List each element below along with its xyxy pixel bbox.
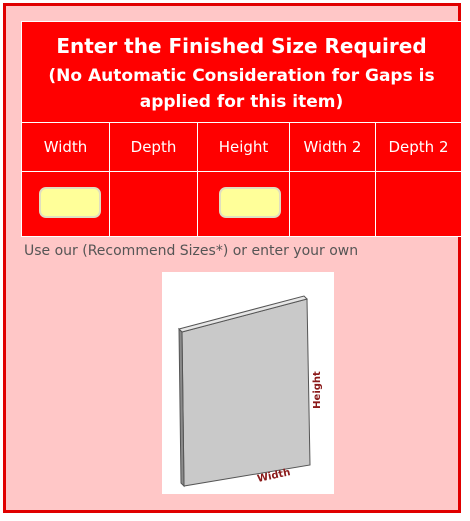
width-input[interactable] [39,187,101,218]
depth-input-cell [110,172,198,236]
panel-drawing: Width Height [178,295,323,488]
col-header-width-2: Width 2 [290,123,376,172]
height-dimension-label: Height [312,371,323,409]
recommend-sizes-hint: Use our (Recommend Sizes*) or enter your… [24,243,359,259]
width-2-input-cell [290,172,376,236]
height-input-cell [198,172,290,236]
size-form-panel: Enter the Finished Size Required (No Aut… [3,3,462,513]
col-header-depth: Depth [110,123,198,172]
col-header-depth-2: Depth 2 [376,123,461,172]
form-header: Enter the Finished Size Required (No Aut… [22,22,461,123]
col-header-height: Height [198,123,290,172]
form-subtitle: (No Automatic Consideration for Gaps is … [48,66,435,112]
height-input[interactable] [219,187,281,218]
depth-2-input-cell [376,172,461,236]
size-table: Enter the Finished Size Required (No Aut… [21,21,462,237]
form-title: Enter the Finished Size Required [56,34,427,58]
panel-dimension-diagram: Width Height [162,272,334,494]
col-header-width: Width [22,123,110,172]
width-input-cell [22,172,110,236]
